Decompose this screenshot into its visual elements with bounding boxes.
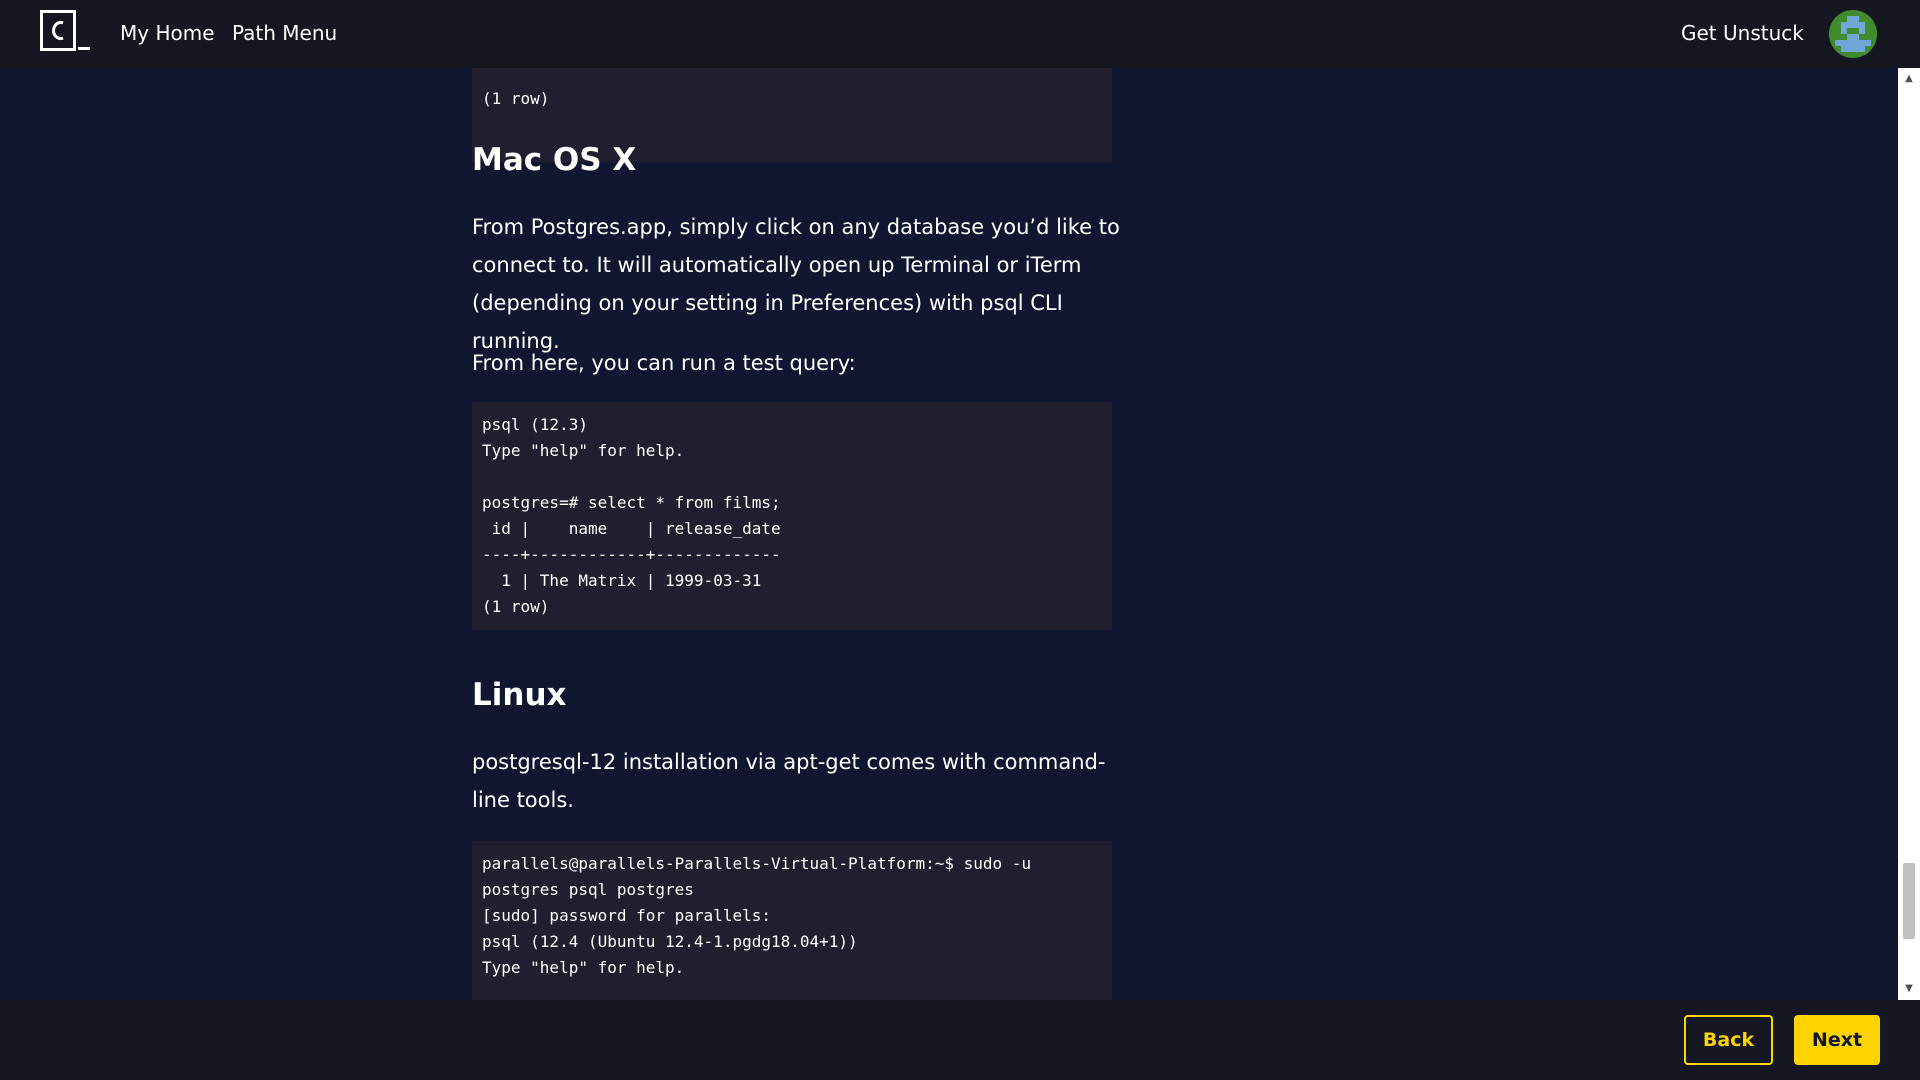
mac-os-x-heading: Mac OS X bbox=[472, 142, 637, 178]
mac-paragraph-intro: From Postgres.app, simply click on any d… bbox=[472, 215, 1120, 353]
scrollbar-thumb[interactable] bbox=[1903, 863, 1915, 939]
linux-paragraph: postgresql-12 installation via apt-get c… bbox=[472, 750, 1106, 812]
scroll-down-arrow-icon[interactable]: ▼ bbox=[1898, 980, 1920, 998]
next-button[interactable]: Next bbox=[1794, 1015, 1880, 1065]
nav-my-home-link[interactable]: My Home bbox=[120, 20, 215, 46]
get-unstuck-link[interactable]: Get Unstuck bbox=[1681, 20, 1804, 46]
pixel-avatar-icon[interactable] bbox=[1829, 10, 1877, 58]
mac-paragraph-query: From here, you can run a test query: bbox=[472, 351, 856, 375]
lesson-footer: Back Next bbox=[0, 1000, 1920, 1080]
vertical-scrollbar[interactable]: ▲ ▼ bbox=[1898, 68, 1920, 1000]
top-nav-bar: My Home Path Menu Get Unstuck bbox=[0, 0, 1920, 68]
linux-code-block: parallels@parallels-Parallels-Virtual-Pl… bbox=[472, 841, 1112, 1000]
codecademy-logo-icon[interactable] bbox=[40, 10, 90, 52]
linux-heading: Linux bbox=[472, 677, 567, 713]
nav-path-menu-link[interactable]: Path Menu bbox=[232, 20, 337, 46]
mac-code-block: psql (12.3) Type "help" for help. postgr… bbox=[472, 402, 1112, 630]
scroll-up-arrow-icon[interactable]: ▲ bbox=[1898, 70, 1920, 88]
lesson-content: (1 row) Mac OS X From Postgres.app, simp… bbox=[0, 68, 1898, 1000]
back-button[interactable]: Back bbox=[1684, 1015, 1773, 1065]
